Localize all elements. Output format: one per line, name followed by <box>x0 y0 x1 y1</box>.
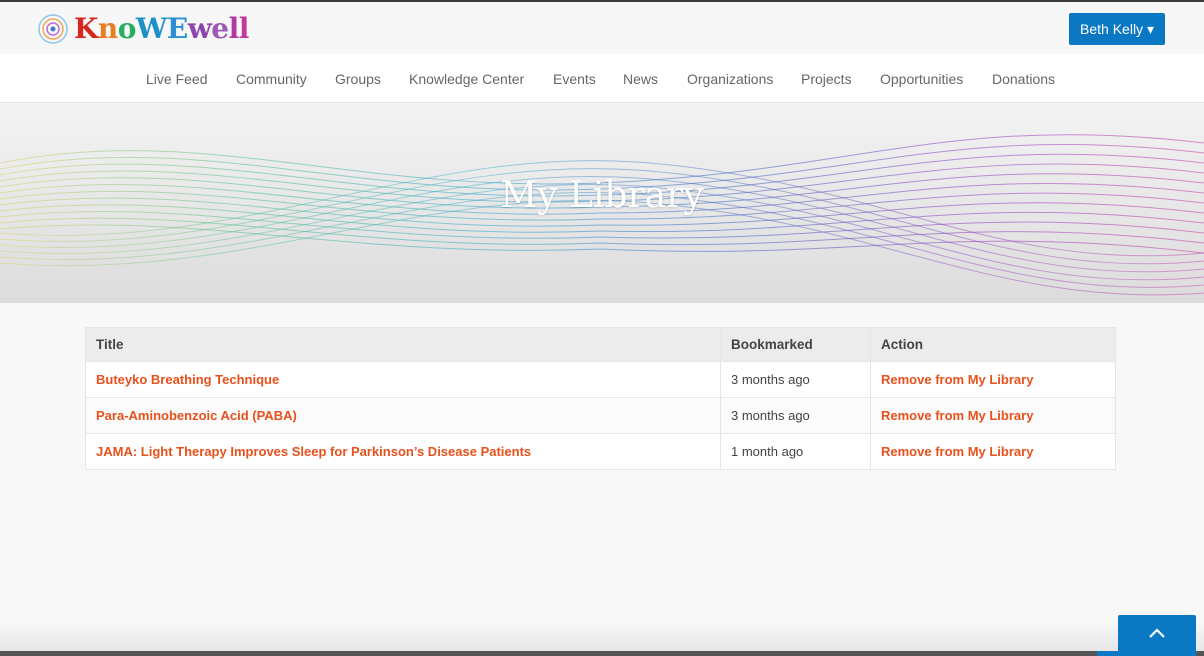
user-menu-button[interactable]: Beth Kelly ▾ <box>1069 13 1165 45</box>
title-cell: Buteyko Breathing Technique <box>85 361 721 398</box>
remove-from-library-link[interactable]: Remove from My Library <box>881 444 1033 459</box>
bottom-bar <box>0 651 1204 656</box>
nav-item-events[interactable]: Events <box>553 54 596 104</box>
column-header-bookmarked[interactable]: Bookmarked <box>720 327 871 362</box>
item-title-link[interactable]: Para-Aminobenzoic Acid (PABA) <box>96 408 297 423</box>
site-logo[interactable]: KnoWEwell <box>36 12 249 46</box>
library-table: Title Bookmarked Action Buteyko Breathin… <box>85 327 1116 470</box>
chevron-up-icon <box>1149 628 1165 638</box>
page-hero: My Library <box>0 103 1204 303</box>
table-row: JAMA: Light Therapy Improves Sleep for P… <box>85 433 1116 470</box>
title-cell: JAMA: Light Therapy Improves Sleep for P… <box>85 433 721 470</box>
logo-wordmark: KnoWEwell <box>74 12 249 45</box>
nav-item-projects[interactable]: Projects <box>801 54 852 104</box>
nav-item-opportunities[interactable]: Opportunities <box>880 54 963 104</box>
nav-item-news[interactable]: News <box>623 54 658 104</box>
bookmarked-cell: 1 month ago <box>720 433 871 470</box>
table-row: Buteyko Breathing Technique 3 months ago… <box>85 361 1116 398</box>
item-title-link[interactable]: Buteyko Breathing Technique <box>96 372 279 387</box>
nav-item-groups[interactable]: Groups <box>335 54 381 104</box>
nav-item-knowledge-center[interactable]: Knowledge Center <box>409 54 524 104</box>
nav-item-donations[interactable]: Donations <box>992 54 1055 104</box>
action-cell: Remove from My Library <box>870 361 1116 398</box>
nav-item-organizations[interactable]: Organizations <box>687 54 773 104</box>
bookmarked-cell: 3 months ago <box>720 397 871 434</box>
footer-fade <box>0 620 1204 651</box>
remove-from-library-link[interactable]: Remove from My Library <box>881 372 1033 387</box>
action-cell: Remove from My Library <box>870 433 1116 470</box>
main-nav: Live Feed Community Groups Knowledge Cen… <box>0 54 1204 103</box>
remove-from-library-link[interactable]: Remove from My Library <box>881 408 1033 423</box>
table-header-row: Title Bookmarked Action <box>85 327 1116 362</box>
item-title-link[interactable]: JAMA: Light Therapy Improves Sleep for P… <box>96 444 531 459</box>
nav-item-live-feed[interactable]: Live Feed <box>146 54 207 104</box>
action-cell: Remove from My Library <box>870 397 1116 434</box>
title-cell: Para-Aminobenzoic Acid (PABA) <box>85 397 721 434</box>
logo-icon <box>36 12 70 46</box>
nav-item-community[interactable]: Community <box>236 54 307 104</box>
table-row: Para-Aminobenzoic Acid (PABA) 3 months a… <box>85 397 1116 434</box>
site-header: KnoWEwell Beth Kelly ▾ <box>0 2 1204 54</box>
column-header-title[interactable]: Title <box>85 327 721 362</box>
page-title: My Library <box>500 175 704 216</box>
column-header-action: Action <box>870 327 1116 362</box>
bookmarked-cell: 3 months ago <box>720 361 871 398</box>
scroll-to-top-button[interactable] <box>1118 615 1196 656</box>
